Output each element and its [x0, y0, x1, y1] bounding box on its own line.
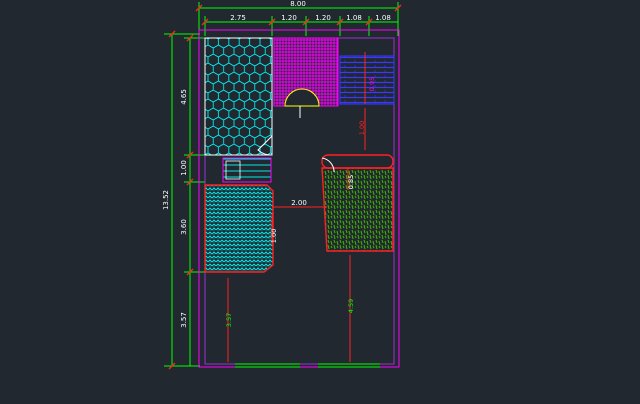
inner-v1-label: 0.95: [368, 77, 376, 91]
room-zigzag-tiles[interactable]: [204, 184, 274, 273]
overall-width-label: 8.00: [290, 0, 306, 8]
cad-drawing-canvas[interactable]: 8.00 2.75 1.20 1.20 1.08 1.08 13.52 4.65…: [0, 0, 640, 400]
inner-v5-label: 3.57: [225, 313, 233, 327]
room-hex-tiles[interactable]: [204, 37, 273, 156]
overall-height-label: 13.52: [162, 190, 170, 210]
left2-label: 1.00: [180, 160, 188, 176]
seg3-label: 1.20: [315, 14, 331, 22]
inner-v4-label: 1.00: [270, 229, 278, 243]
inner-h-label: 2.00: [291, 199, 307, 207]
seg4-label: 1.08: [346, 14, 362, 22]
seg2-label: 1.20: [281, 14, 297, 22]
inner-v2-label: 1.00: [358, 121, 366, 135]
inner-v3-label: 0.85: [347, 175, 355, 189]
room-blue-lines[interactable]: [339, 55, 395, 105]
left4-label: 3.57: [180, 312, 188, 328]
room-magenta-grid[interactable]: [273, 37, 339, 107]
seg5-label: 1.08: [375, 14, 391, 22]
left3-label: 3.60: [180, 219, 188, 235]
inner-v6-label: 4.59: [347, 299, 355, 313]
room-green-tiles[interactable]: [321, 154, 394, 252]
stair-block[interactable]: [222, 157, 272, 183]
left1-label: 4.65: [180, 89, 188, 105]
floor-plan-drawing: 8.00 2.75 1.20 1.20 1.08 1.08 13.52 4.65…: [162, 0, 402, 370]
seg1-label: 2.75: [230, 14, 246, 22]
